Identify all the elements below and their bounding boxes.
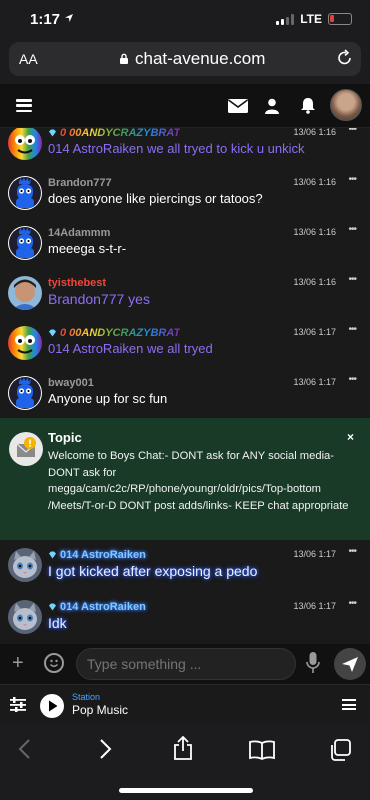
message-time: 13/06 1:16: [293, 277, 336, 287]
chat-message: tyisthebest 13/06 1:16 ••• Brandon777 ye…: [0, 274, 370, 324]
text-size-button[interactable]: AA: [19, 51, 38, 67]
reload-icon[interactable]: [337, 49, 353, 67]
bell-icon[interactable]: [300, 97, 316, 114]
cat-avatar[interactable]: [8, 548, 42, 582]
message-username[interactable]: Brandon777: [48, 177, 112, 189]
send-icon: [342, 657, 358, 672]
player-menu-button[interactable]: [342, 699, 356, 710]
message-time: 13/06 1:16: [293, 128, 336, 137]
lock-icon: [120, 53, 128, 64]
message-menu-button[interactable]: •••: [348, 324, 356, 335]
chat-message: 014 AstroRaiken 13/06 1:17 ••• Idk: [0, 598, 370, 644]
message-text: does anyone like piercings or tatoos?: [48, 191, 263, 206]
rainbow-avatar[interactable]: [8, 128, 42, 160]
play-button[interactable]: [40, 694, 64, 718]
message-menu-button[interactable]: •••: [348, 128, 356, 135]
share-icon[interactable]: [173, 736, 193, 760]
diamond-icon: [49, 551, 56, 559]
topic-mail-alert-icon: [9, 432, 43, 466]
emoji-icon[interactable]: [44, 653, 64, 673]
signal-icon: [276, 13, 295, 25]
message-text: I got kicked after exposing a pedo: [48, 563, 258, 579]
rainbow-avatar[interactable]: [8, 326, 42, 360]
radio-player: Station Pop Music: [0, 684, 370, 724]
attach-plus-icon[interactable]: +: [12, 652, 24, 675]
message-time: 13/06 1:17: [293, 327, 336, 337]
profile-avatar[interactable]: [330, 89, 362, 121]
chat-message: Brandon777 13/06 1:16 ••• does anyone li…: [0, 174, 370, 224]
message-menu-button[interactable]: •••: [348, 224, 356, 235]
message-username[interactable]: 14Adammm: [48, 227, 110, 239]
diamond-icon: [49, 129, 56, 137]
app-header: [0, 84, 370, 128]
message-input[interactable]: [76, 648, 296, 680]
home-indicator: [119, 788, 253, 793]
message-username[interactable]: tyisthebest: [48, 277, 106, 289]
chat-message: 014 AstroRaiken 13/06 1:17 ••• I got kic…: [0, 546, 370, 596]
message-menu-button[interactable]: •••: [348, 546, 356, 557]
main-menu-button[interactable]: [16, 99, 32, 112]
location-arrow-icon: [65, 14, 73, 22]
message-text: 014 AstroRaiken we all tryed to kick u u…: [48, 141, 305, 156]
user-icon[interactable]: [265, 98, 279, 114]
message-username[interactable]: 0 00ANDYCRAZYBRAT: [48, 128, 180, 139]
chat-log: 0 00ANDYCRAZYBRAT 13/06 1:16 ••• 014 Ast…: [0, 128, 370, 644]
message-text: Brandon777 yes: [48, 291, 150, 307]
tabs-icon[interactable]: [329, 739, 351, 761]
message-time: 13/06 1:17: [293, 601, 336, 611]
default-avatar[interactable]: [8, 176, 42, 210]
status-time: 1:17: [30, 11, 61, 28]
message-menu-button[interactable]: •••: [348, 274, 356, 285]
message-username[interactable]: bway001: [48, 377, 94, 389]
forward-icon[interactable]: [98, 738, 112, 760]
cat-avatar[interactable]: [8, 600, 42, 634]
play-icon: [49, 700, 58, 712]
address-bar[interactable]: AA chat-avenue.com: [9, 42, 361, 76]
message-username[interactable]: 0 00ANDYCRAZYBRAT: [48, 327, 180, 339]
diamond-icon: [49, 329, 56, 337]
message-composer: +: [0, 644, 370, 684]
station-name: Pop Music: [72, 703, 129, 717]
message-time: 13/06 1:17: [293, 549, 336, 559]
topic-close-button[interactable]: ×: [347, 430, 354, 444]
browser-toolbar: [0, 724, 370, 800]
topic-text: Welcome to Boys Chat:- DONT ask for ANY …: [48, 450, 349, 512]
microphone-icon[interactable]: [306, 652, 320, 674]
network-label: LTE: [300, 12, 322, 26]
chat-message: 0 00ANDYCRAZYBRAT 13/06 1:17 ••• 014 Ast…: [0, 324, 370, 374]
message-text: Idk: [48, 615, 67, 631]
topic-banner: Topic × Welcome to Boys Chat:- DONT ask …: [0, 418, 370, 540]
station-label: Station: [72, 692, 101, 702]
send-button[interactable]: [334, 648, 366, 680]
browser-top-bar: AA chat-avenue.com: [0, 36, 370, 84]
chat-message: 14Adammm 13/06 1:16 ••• meeega s-t-r-: [0, 224, 370, 274]
mail-icon[interactable]: [228, 99, 248, 113]
message-time: 13/06 1:17: [293, 377, 336, 387]
chat-message: 0 00ANDYCRAZYBRAT 13/06 1:16 ••• 014 Ast…: [0, 128, 370, 174]
message-menu-button[interactable]: •••: [348, 174, 356, 185]
back-icon[interactable]: [18, 738, 32, 760]
equalizer-icon[interactable]: [10, 697, 26, 712]
message-username[interactable]: 014 AstroRaiken: [48, 601, 146, 613]
chat-message: bway001 13/06 1:17 ••• Anyone up for sc …: [0, 374, 370, 424]
default-avatar[interactable]: [8, 376, 42, 410]
status-indicators: LTE: [276, 12, 352, 26]
message-text: Anyone up for sc fun: [48, 391, 168, 406]
diamond-icon: [49, 603, 56, 611]
topic-title: Topic: [48, 430, 82, 445]
message-menu-button[interactable]: •••: [348, 598, 356, 609]
status-bar: 1:17 LTE: [0, 0, 370, 36]
battery-icon: [328, 13, 352, 25]
bookmarks-icon[interactable]: [249, 740, 275, 760]
message-time: 13/06 1:16: [293, 177, 336, 187]
photo-avatar[interactable]: [8, 276, 42, 310]
message-menu-button[interactable]: •••: [348, 374, 356, 385]
message-text: meeega s-t-r-: [48, 241, 127, 256]
default-avatar[interactable]: [8, 226, 42, 260]
message-username[interactable]: 014 AstroRaiken: [48, 549, 146, 561]
message-text: 014 AstroRaiken we all tryed: [48, 341, 213, 356]
message-time: 13/06 1:16: [293, 227, 336, 237]
url-text: chat-avenue.com: [135, 49, 266, 68]
